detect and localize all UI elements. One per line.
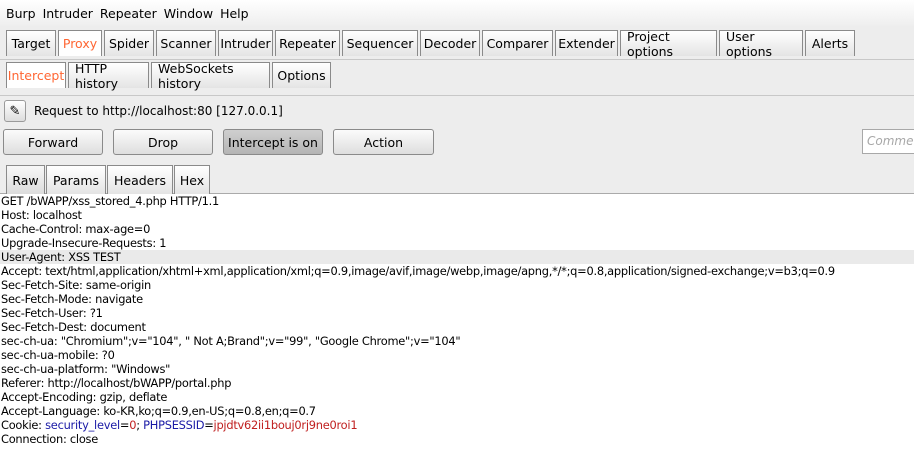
- action-button[interactable]: Action: [333, 129, 434, 155]
- tab-hex[interactable]: Hex: [174, 165, 210, 194]
- cookie-value-phpsessid: jpjdtv62ii1bouj0rj9ne0roi1: [213, 418, 358, 432]
- request-target: Request to http://localhost:80 [127.0.0.…: [34, 104, 283, 118]
- header-line: sec-ch-ua: "Chromium";v="104", " Not A;B…: [1, 334, 461, 348]
- tab-comparer[interactable]: Comparer: [482, 30, 553, 56]
- tab-target[interactable]: Target: [6, 30, 56, 56]
- forward-button[interactable]: Forward: [3, 129, 103, 155]
- tab-raw[interactable]: Raw: [6, 165, 45, 194]
- header-line: Referer: http://localhost/bWAPP/portal.p…: [1, 376, 232, 390]
- header-line-user-agent: User-Agent: XSS TEST: [0, 250, 914, 264]
- main-tabs: Target Proxy Spider Scanner Intruder Rep…: [6, 29, 857, 59]
- tab-params[interactable]: Params: [46, 165, 106, 194]
- main-tab-band: Target Proxy Spider Scanner Intruder Rep…: [0, 26, 914, 60]
- intercept-toggle-button[interactable]: Intercept is on: [223, 129, 323, 155]
- tab-extender[interactable]: Extender: [555, 30, 618, 56]
- tab-intercept[interactable]: Intercept: [6, 62, 66, 88]
- header-line: Host: localhost: [1, 208, 82, 222]
- header-line: sec-ch-ua-mobile: ?0: [1, 348, 115, 362]
- tab-user-options[interactable]: User options: [719, 29, 803, 59]
- header-line: Cache-Control: max-age=0: [1, 222, 151, 236]
- tab-decoder[interactable]: Decoder: [420, 30, 480, 56]
- header-line: Accept-Language: ko-KR,ko;q=0.9,en-US;q=…: [1, 404, 316, 418]
- comment-field[interactable]: Comment: [862, 129, 914, 154]
- cookie-equals: =: [204, 418, 214, 432]
- menu-window[interactable]: Window: [161, 6, 216, 21]
- tab-http-history[interactable]: HTTP history: [68, 61, 149, 91]
- tab-alerts[interactable]: Alerts: [805, 30, 855, 56]
- header-line: sec-ch-ua-platform: "Windows": [1, 362, 171, 376]
- request-line: GET /bWAPP/xss_stored_4.php HTTP/1.1: [1, 194, 219, 208]
- tab-sequencer[interactable]: Sequencer: [342, 30, 418, 56]
- cookie-name-security-level: security_level: [45, 418, 120, 432]
- message-view-tab-band: Raw Params Headers Hex: [0, 160, 914, 194]
- tab-options[interactable]: Options: [272, 62, 331, 88]
- cookie-equals: =: [119, 418, 130, 432]
- edit-pencil-icon[interactable]: ✎: [4, 100, 26, 122]
- proxy-tab-band: Intercept HTTP history WebSockets histor…: [0, 60, 914, 96]
- header-line: Sec-Fetch-Site: same-origin: [1, 278, 151, 292]
- menu-help[interactable]: Help: [217, 6, 252, 21]
- header-line: Sec-Fetch-Mode: navigate: [1, 292, 143, 306]
- tab-headers[interactable]: Headers: [107, 165, 173, 194]
- header-line: Sec-Fetch-User: ?1: [1, 306, 103, 320]
- tab-scanner[interactable]: Scanner: [156, 30, 216, 56]
- menu-bar: Burp Intruder Repeater Window Help: [0, 0, 914, 26]
- tab-spider[interactable]: Spider: [104, 30, 154, 56]
- header-line: Connection: close: [1, 432, 98, 446]
- cookie-header-line: Cookie: security_level=0; PHPSESSID=jpjd…: [0, 418, 914, 432]
- tab-project-options[interactable]: Project options: [620, 29, 717, 59]
- drop-button[interactable]: Drop: [113, 129, 213, 155]
- tab-repeater[interactable]: Repeater: [275, 30, 340, 56]
- menu-intruder[interactable]: Intruder: [40, 6, 96, 21]
- raw-request-editor[interactable]: GET /bWAPP/xss_stored_4.php HTTP/1.1 Hos…: [0, 194, 914, 462]
- header-line: Sec-Fetch-Dest: document: [1, 320, 146, 334]
- header-line: Accept: text/html,application/xhtml+xml,…: [1, 264, 835, 278]
- cookie-name-phpsessid: PHPSESSID: [143, 418, 205, 432]
- tab-websockets-history[interactable]: WebSockets history: [151, 61, 270, 91]
- menu-repeater[interactable]: Repeater: [97, 6, 160, 21]
- intercept-toolbar: Forward Drop Intercept is on Action Comm…: [0, 126, 914, 160]
- tab-proxy[interactable]: Proxy: [58, 30, 102, 56]
- header-line: Upgrade-Insecure-Requests: 1: [1, 236, 167, 250]
- header-line: Accept-Encoding: gzip, deflate: [1, 390, 168, 404]
- menu-burp[interactable]: Burp: [3, 6, 39, 21]
- cookie-prefix: Cookie:: [1, 418, 46, 432]
- proxy-tabs: Intercept HTTP history WebSockets histor…: [6, 61, 333, 91]
- request-info-bar: ✎ Request to http://localhost:80 [127.0.…: [0, 96, 914, 126]
- message-view-tabs: Raw Params Headers Hex: [6, 165, 211, 194]
- tab-intruder[interactable]: Intruder: [218, 30, 273, 56]
